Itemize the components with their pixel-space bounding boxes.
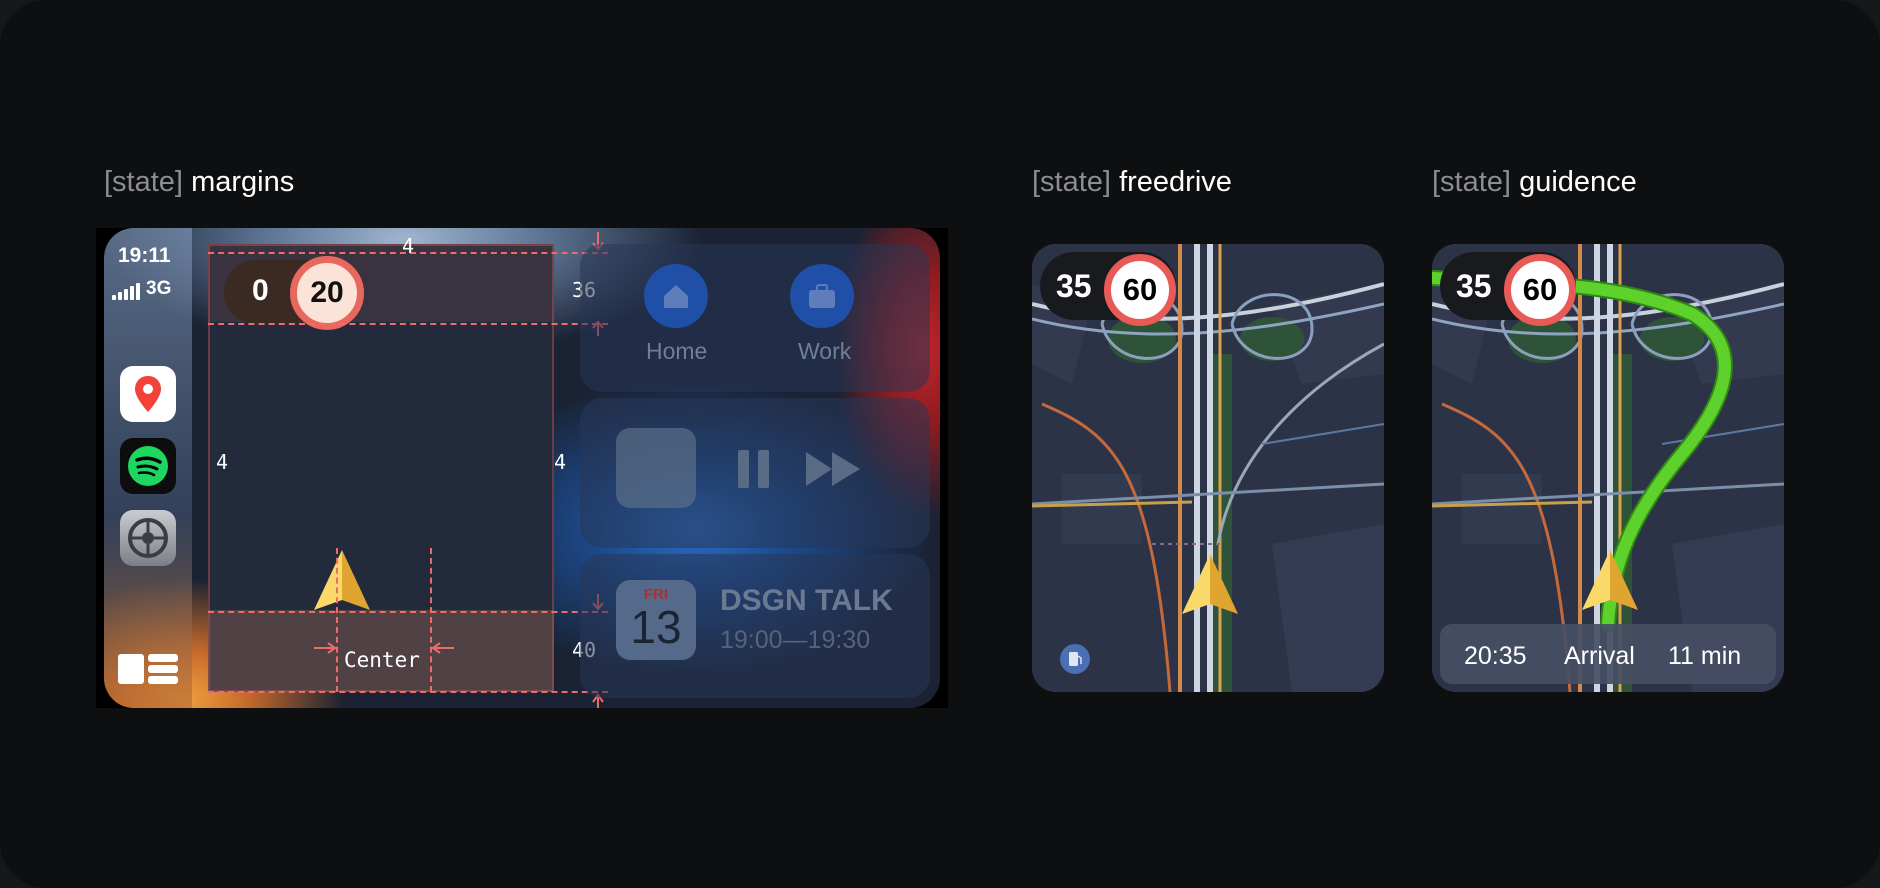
house-icon bbox=[664, 285, 688, 308]
event-time: 19:00—19:30 bbox=[720, 626, 871, 654]
canvas-frame: [state] margins [state] freedrive [state… bbox=[0, 0, 1880, 888]
carplay-wallpaper: 19:11 3G 0 20 4 4 4 Center Home Work FRI… bbox=[104, 228, 940, 708]
status-network: 3G bbox=[112, 278, 171, 300]
current-speed: 0 bbox=[252, 274, 269, 307]
current-speed: 35 bbox=[1056, 268, 1092, 304]
margins-heading: [state] margins bbox=[104, 166, 294, 199]
state-tag: [state] bbox=[1432, 166, 1511, 198]
speed-limit-sign: 60 bbox=[1104, 254, 1176, 326]
dashboard-icon[interactable] bbox=[118, 652, 178, 691]
eta-arrival-time: 20:35 bbox=[1464, 642, 1527, 670]
margin-guide bbox=[208, 611, 608, 613]
state-name: margins bbox=[191, 166, 295, 198]
pause-icon[interactable] bbox=[736, 448, 772, 490]
settings-app-icon[interactable] bbox=[120, 510, 176, 566]
speed-limit-sign: 20 bbox=[290, 256, 364, 330]
speed-limit-sign: 60 bbox=[1504, 254, 1576, 326]
state-name: freedrive bbox=[1119, 166, 1232, 198]
carplay-margins-screen: 19:11 3G 0 20 4 4 4 Center Home Work FRI… bbox=[96, 228, 948, 708]
home-label: Home bbox=[646, 338, 708, 364]
freedrive-heading: [state] freedrive bbox=[1032, 166, 1232, 199]
eta-duration: 11 min bbox=[1668, 642, 1742, 670]
favorites-widget bbox=[580, 244, 930, 392]
guidence-map-screen[interactable]: 35 60 20:35 Arrival 11 min bbox=[1432, 244, 1784, 692]
center-label: Center bbox=[344, 648, 420, 672]
state-tag: [state] bbox=[1032, 166, 1111, 198]
carplay-dock: 19:11 3G bbox=[104, 228, 192, 708]
maps-app-icon[interactable] bbox=[120, 366, 176, 422]
current-speed: 35 bbox=[1456, 268, 1492, 304]
status-time: 19:11 bbox=[118, 244, 171, 267]
margin-top-label: 4 bbox=[402, 234, 415, 258]
margin-guide bbox=[336, 548, 338, 692]
freedrive-map-screen[interactable]: 35 60 bbox=[1032, 244, 1384, 692]
state-tag: [state] bbox=[104, 166, 183, 198]
briefcase-icon bbox=[809, 284, 835, 308]
fuel-station-icon[interactable] bbox=[1060, 644, 1090, 674]
network-type: 3G bbox=[146, 278, 172, 299]
navigation-arrow-icon bbox=[1182, 554, 1238, 614]
margin-guide bbox=[208, 691, 608, 693]
margin-left-label: 4 bbox=[216, 450, 229, 474]
calendar-date: 13 bbox=[630, 601, 682, 653]
margin-right-label: 4 bbox=[554, 450, 567, 474]
work-button[interactable] bbox=[790, 264, 854, 328]
margin-guide bbox=[430, 548, 432, 692]
album-art[interactable] bbox=[616, 428, 696, 508]
guidence-heading: [state] guidence bbox=[1432, 166, 1637, 199]
home-button[interactable] bbox=[644, 264, 708, 328]
margin-guide bbox=[208, 323, 608, 325]
state-name: guidence bbox=[1519, 166, 1637, 198]
work-label: Work bbox=[798, 338, 852, 364]
signal-icon bbox=[112, 278, 142, 300]
navigation-arrow-icon bbox=[314, 550, 370, 610]
event-title: DSGN TALK bbox=[720, 584, 893, 617]
fast-forward-icon[interactable] bbox=[804, 450, 862, 488]
spotify-app-icon[interactable] bbox=[120, 438, 176, 494]
eta-arrival-label: Arrival bbox=[1564, 642, 1635, 670]
navigation-arrow-icon bbox=[1582, 550, 1638, 610]
